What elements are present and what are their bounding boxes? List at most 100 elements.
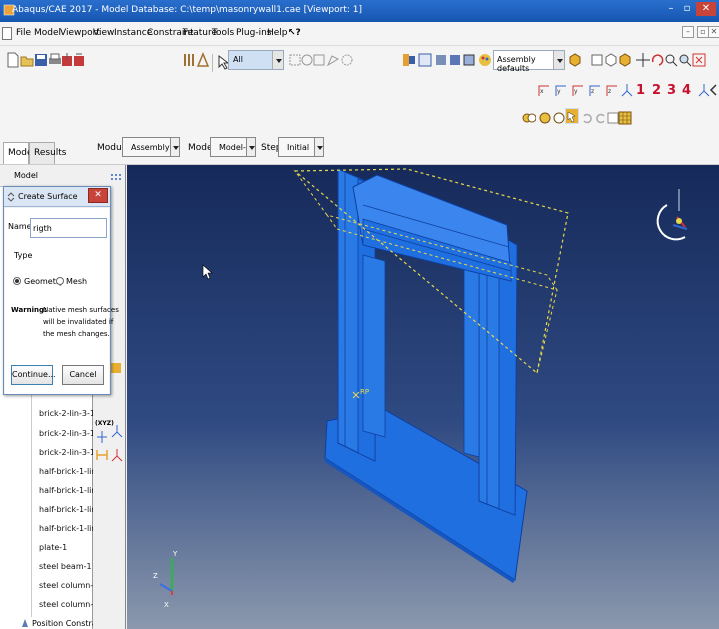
- view-bottom-icon[interactable]: z: [588, 82, 602, 98]
- tree-item[interactable]: half-brick-1-lin: [39, 505, 96, 514]
- tab-results[interactable]: Results: [29, 142, 67, 164]
- cube-shaded-icon[interactable]: [618, 52, 632, 68]
- mesh-radio[interactable]: [56, 277, 64, 285]
- new-file-icon[interactable]: [6, 52, 20, 68]
- open-folder-icon[interactable]: [20, 52, 34, 68]
- display-group-icon[interactable]: [522, 110, 536, 126]
- tree-item[interactable]: half-brick-1-lin: [39, 524, 96, 533]
- view-iso-icon[interactable]: [620, 82, 634, 98]
- select-box-icon[interactable]: [312, 52, 326, 68]
- menu-view[interactable]: View: [93, 28, 114, 38]
- continue-button[interactable]: Continue...: [11, 365, 56, 385]
- chevron-down-icon[interactable]: [272, 51, 283, 69]
- chevron-down-icon[interactable]: [246, 138, 255, 156]
- tab-model[interactable]: Model: [3, 142, 35, 164]
- view-number-2[interactable]: 2: [652, 83, 661, 98]
- dialog-title-bar[interactable]: Create Surface ✕: [4, 187, 110, 207]
- tree-item[interactable]: half-brick-1-lin: [39, 486, 96, 495]
- menu-help[interactable]: Help: [267, 28, 288, 38]
- cube-outline-icon[interactable]: [604, 52, 618, 68]
- selection-filter-combo[interactable]: All: [228, 50, 284, 70]
- view-back-icon[interactable]: y: [554, 82, 568, 98]
- document-icon: [2, 27, 12, 40]
- display-table-icon[interactable]: [618, 110, 632, 126]
- surface-name-input[interactable]: [30, 218, 107, 238]
- rotate-instance-icon[interactable]: [110, 423, 124, 439]
- view-top-icon[interactable]: y: [571, 82, 585, 98]
- menu-model[interactable]: Model: [34, 28, 61, 38]
- chevron-down-icon[interactable]: [553, 51, 564, 69]
- tree-item[interactable]: brick-2-lin-3-1-: [39, 448, 98, 457]
- select-drag-icon[interactable]: [326, 52, 340, 68]
- whats-this-help-icon[interactable]: ↖?: [288, 28, 301, 38]
- view-number-4[interactable]: 4: [682, 83, 691, 98]
- rotate-icon[interactable]: [650, 52, 664, 68]
- zoom-box-icon[interactable]: [678, 52, 692, 68]
- model-select[interactable]: Model-1: [210, 137, 256, 157]
- import-icon[interactable]: [72, 52, 86, 68]
- step-select[interactable]: Initial: [278, 137, 324, 157]
- cube-front-icon[interactable]: [590, 52, 604, 68]
- auto-fit-icon[interactable]: [692, 52, 706, 68]
- view-number-3[interactable]: 3: [667, 83, 676, 98]
- chevron-down-icon[interactable]: [314, 138, 323, 156]
- menu-tools[interactable]: Tools: [212, 28, 234, 38]
- dialog-close-button[interactable]: ✕: [88, 188, 108, 203]
- tree-item[interactable]: plate-1: [39, 543, 67, 552]
- chevron-down-icon[interactable]: [170, 138, 179, 156]
- tree-item[interactable]: brick-2-lin-3-1-: [39, 429, 98, 438]
- toolbar-separator: [212, 54, 213, 72]
- cube-iso-icon[interactable]: [568, 52, 582, 68]
- position-constraint-icon: [22, 619, 28, 627]
- coaxial-icon[interactable]: [110, 447, 124, 463]
- select-circle-icon[interactable]: [340, 52, 354, 68]
- tree-item-position-constraint[interactable]: Position Constrai: [32, 619, 99, 628]
- render-wireframe-icon[interactable]: [418, 52, 432, 68]
- render-shaded-edges-icon[interactable]: [462, 52, 476, 68]
- tree-item[interactable]: steel column-1: [39, 600, 98, 609]
- main-toolbar: All Assembly defaults: [0, 46, 719, 78]
- tree-item[interactable]: steel column-1: [39, 581, 98, 590]
- close-window-button[interactable]: ✕: [696, 2, 716, 16]
- model-tree-tab[interactable]: Model: [14, 171, 38, 180]
- dialog-collapse-icon[interactable]: [6, 191, 16, 203]
- mdi-minimize-icon[interactable]: –: [682, 26, 694, 38]
- mdi-close-icon[interactable]: ✕: [708, 26, 719, 38]
- view-number-1[interactable]: 1: [636, 83, 645, 98]
- datum-icon[interactable]: [196, 52, 210, 68]
- maximize-button[interactable]: ▫: [680, 2, 694, 16]
- magnify-icon[interactable]: [664, 52, 678, 68]
- module-select[interactable]: Assembly: [122, 137, 180, 157]
- query-list-icon[interactable]: [182, 52, 196, 68]
- display-toolbar: [0, 104, 719, 132]
- parallel-face-icon[interactable]: [95, 447, 109, 463]
- viewport-tools-icon[interactable]: [402, 52, 416, 68]
- dots-grid-icon[interactable]: [109, 171, 123, 187]
- step-value: Initial: [287, 143, 310, 152]
- display-add-icon[interactable]: [552, 110, 566, 126]
- color-code-icon[interactable]: [478, 52, 492, 68]
- minimize-button[interactable]: –: [664, 2, 678, 16]
- translate-instance-icon[interactable]: [95, 429, 109, 445]
- render-style-combo[interactable]: Assembly defaults: [493, 50, 565, 73]
- pan-icon[interactable]: [636, 52, 650, 68]
- context-bar: Model Results Module: Assembly Model: Mo…: [0, 132, 719, 165]
- view-front-icon[interactable]: x: [537, 82, 551, 98]
- display-replace-icon[interactable]: [538, 110, 552, 126]
- mesh-radio-label[interactable]: Mesh: [66, 277, 87, 286]
- tree-item[interactable]: half-brick-1-lin: [39, 467, 96, 476]
- constraint-icon[interactable]: [109, 360, 123, 376]
- render-shaded-icon[interactable]: [448, 52, 462, 68]
- display-select-icon[interactable]: [565, 108, 579, 124]
- geometry-radio[interactable]: [13, 277, 21, 285]
- view-left-icon[interactable]: z: [605, 82, 619, 98]
- tree-item[interactable]: brick-2-lin-3-1-: [39, 409, 98, 418]
- viewport-canvas[interactable]: RP Y Z X: [127, 165, 719, 629]
- cancel-button[interactable]: Cancel: [62, 365, 104, 385]
- view-cycle-icon[interactable]: [708, 82, 718, 98]
- menu-file[interactable]: File: [16, 28, 31, 38]
- tree-item[interactable]: steel beam-1: [39, 562, 92, 571]
- render-hidden-icon[interactable]: [434, 52, 448, 68]
- save-icon[interactable]: [34, 52, 48, 68]
- undo-display-icon[interactable]: [580, 110, 594, 126]
